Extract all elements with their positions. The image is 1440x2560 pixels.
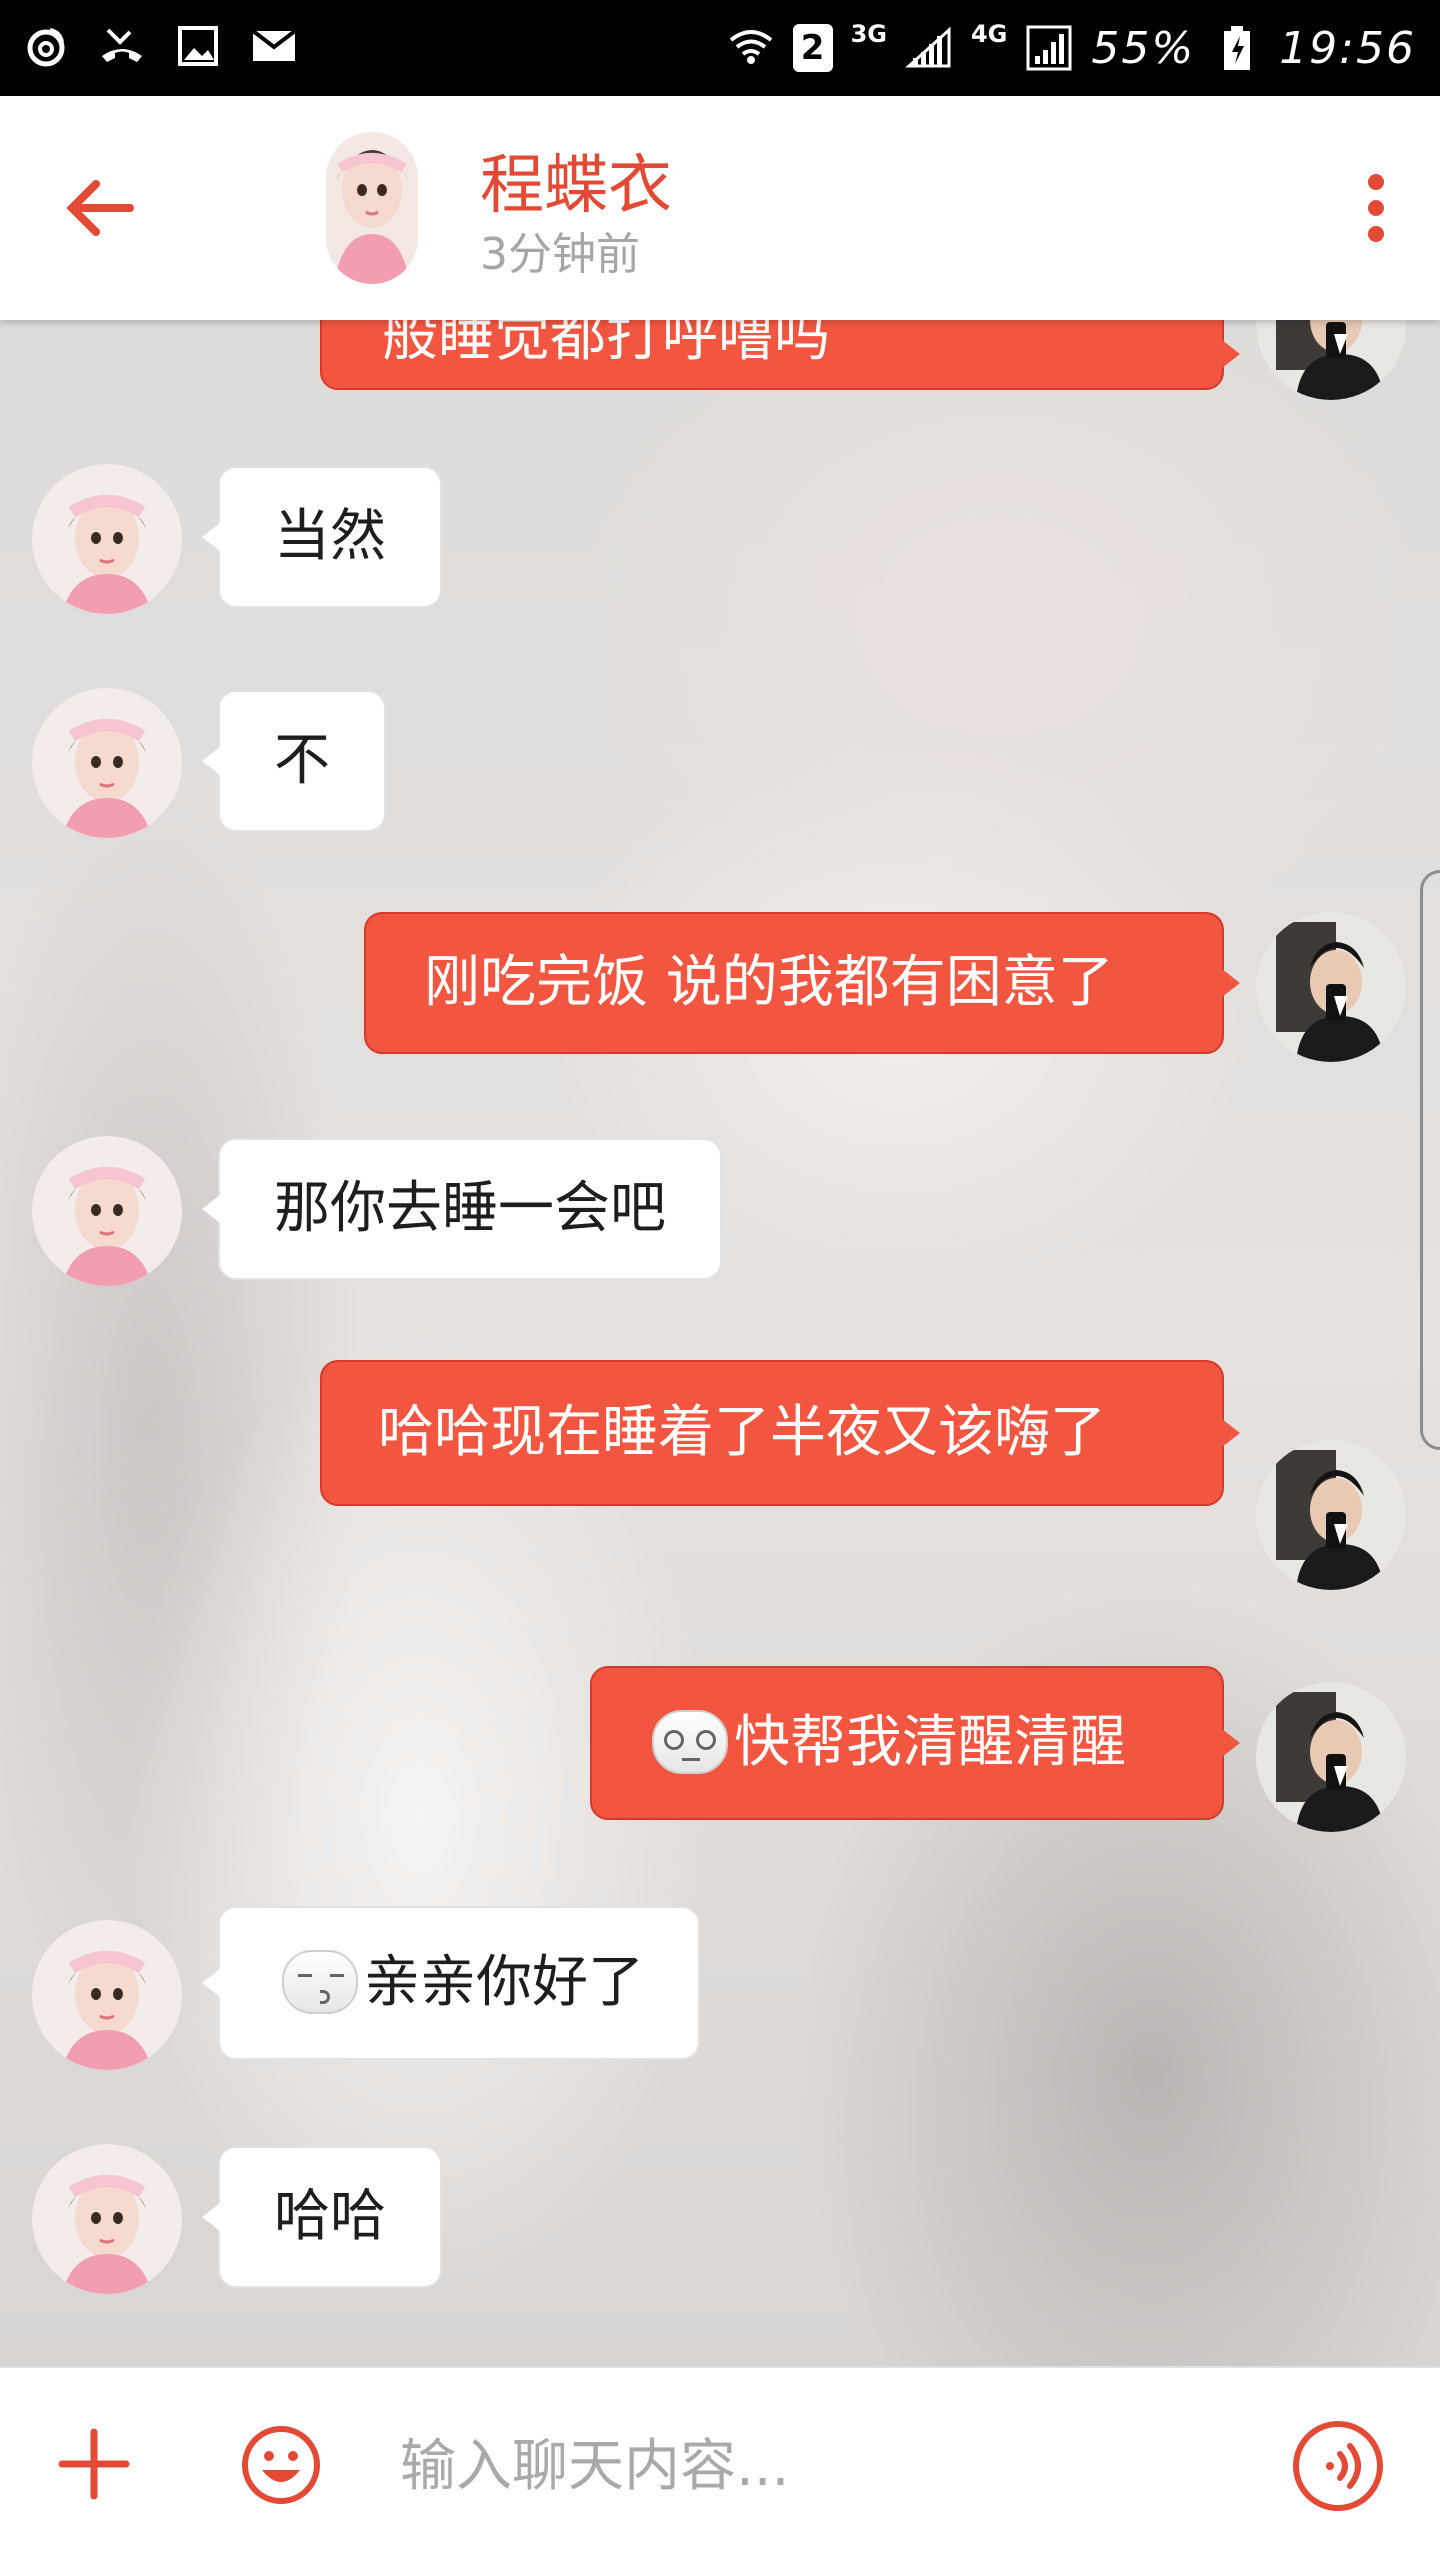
signal-icon bbox=[1025, 24, 1073, 72]
message-text: 般睡觉都打呼噜吗 bbox=[382, 320, 830, 369]
chat-input[interactable] bbox=[400, 2418, 1220, 2514]
message-bubble-incoming[interactable]: 那你去睡一会吧 bbox=[202, 1138, 722, 1280]
message-bubble-incoming[interactable]: 当然 bbox=[202, 466, 442, 608]
message-text: 不 bbox=[274, 728, 330, 793]
message-bubble-outgoing[interactable]: 般睡觉都打呼噜吗 bbox=[320, 320, 1240, 390]
sim-icon: 2 bbox=[792, 24, 833, 72]
voice-input-button[interactable] bbox=[1290, 2418, 1386, 2514]
message-bubble-outgoing[interactable]: 快帮我清醒清醒 bbox=[590, 1666, 1240, 1820]
my-avatar[interactable] bbox=[1256, 1440, 1406, 1590]
chat-area[interactable]: 般睡觉都打呼噜吗 当然 不 刚吃完饭 说的我都有困意了 那你去睡一会吧 哈哈现在… bbox=[0, 320, 1440, 2366]
edge-panel-handle[interactable] bbox=[1420, 870, 1440, 1450]
contact-avatar[interactable] bbox=[32, 464, 182, 614]
kiss-face-emoji-icon bbox=[282, 1949, 358, 2014]
add-attachment-button[interactable] bbox=[56, 2426, 132, 2502]
back-button[interactable] bbox=[60, 168, 156, 248]
weibo-icon bbox=[22, 22, 70, 70]
message-text: 哈哈现在睡着了半夜又该嗨了 bbox=[378, 1400, 1106, 1465]
message-text: 哈哈 bbox=[274, 2184, 386, 2249]
contact-avatar[interactable] bbox=[326, 132, 418, 284]
plus-icon bbox=[58, 2428, 130, 2500]
message-text: 快帮我清醒清醒 bbox=[734, 1710, 1126, 1775]
message-bubble-incoming[interactable]: 不 bbox=[202, 690, 386, 832]
network-type-3g: 3G bbox=[850, 20, 887, 48]
message-text: 亲亲你好了 bbox=[364, 1950, 644, 2015]
wifi-icon bbox=[727, 24, 775, 72]
message-text: 刚吃完饭 说的我都有困意了 bbox=[424, 950, 1114, 1015]
message-bubble-incoming[interactable]: 哈哈 bbox=[202, 2146, 442, 2288]
image-icon bbox=[174, 22, 222, 70]
contact-name: 程蝶衣 bbox=[480, 149, 672, 223]
last-seen-status: 3分钟前 bbox=[480, 229, 640, 280]
contact-avatar[interactable] bbox=[32, 1920, 182, 2070]
battery-icon bbox=[1213, 24, 1261, 72]
contact-avatar[interactable] bbox=[32, 1136, 182, 1286]
emoji-button[interactable] bbox=[240, 2424, 322, 2506]
clock: 19:56 bbox=[1279, 22, 1416, 74]
smiley-icon bbox=[242, 2426, 320, 2504]
status-bar: 2 3G 4G 55% 19:56 bbox=[0, 0, 1440, 96]
contact-avatar[interactable] bbox=[32, 688, 182, 838]
voice-icon bbox=[1293, 2421, 1383, 2511]
message-text: 当然 bbox=[274, 504, 386, 569]
my-avatar[interactable] bbox=[1256, 320, 1406, 400]
missed-call-icon bbox=[98, 22, 146, 70]
message-bubble-outgoing[interactable]: 哈哈现在睡着了半夜又该嗨了 bbox=[320, 1360, 1240, 1506]
message-bubble-outgoing[interactable]: 刚吃完饭 说的我都有困意了 bbox=[364, 912, 1240, 1054]
more-vert-icon bbox=[1368, 174, 1384, 190]
message-composer bbox=[0, 2366, 1440, 2560]
my-avatar[interactable] bbox=[1256, 1682, 1406, 1832]
dizzy-face-emoji-icon bbox=[652, 1709, 728, 1774]
network-type-4g: 4G bbox=[970, 20, 1008, 48]
battery-percent: 55% bbox=[1091, 22, 1196, 74]
chat-header: 程蝶衣 3分钟前 bbox=[0, 96, 1440, 320]
my-avatar[interactable] bbox=[1256, 912, 1406, 1062]
message-text: 那你去睡一会吧 bbox=[274, 1176, 666, 1241]
contact-avatar[interactable] bbox=[32, 2144, 182, 2294]
signal-icon bbox=[905, 24, 953, 72]
arrow-left-icon bbox=[66, 180, 134, 236]
more-options-button[interactable] bbox=[1352, 168, 1400, 248]
mail-icon bbox=[250, 22, 298, 70]
message-bubble-incoming[interactable]: 亲亲你好了 bbox=[202, 1906, 700, 2060]
